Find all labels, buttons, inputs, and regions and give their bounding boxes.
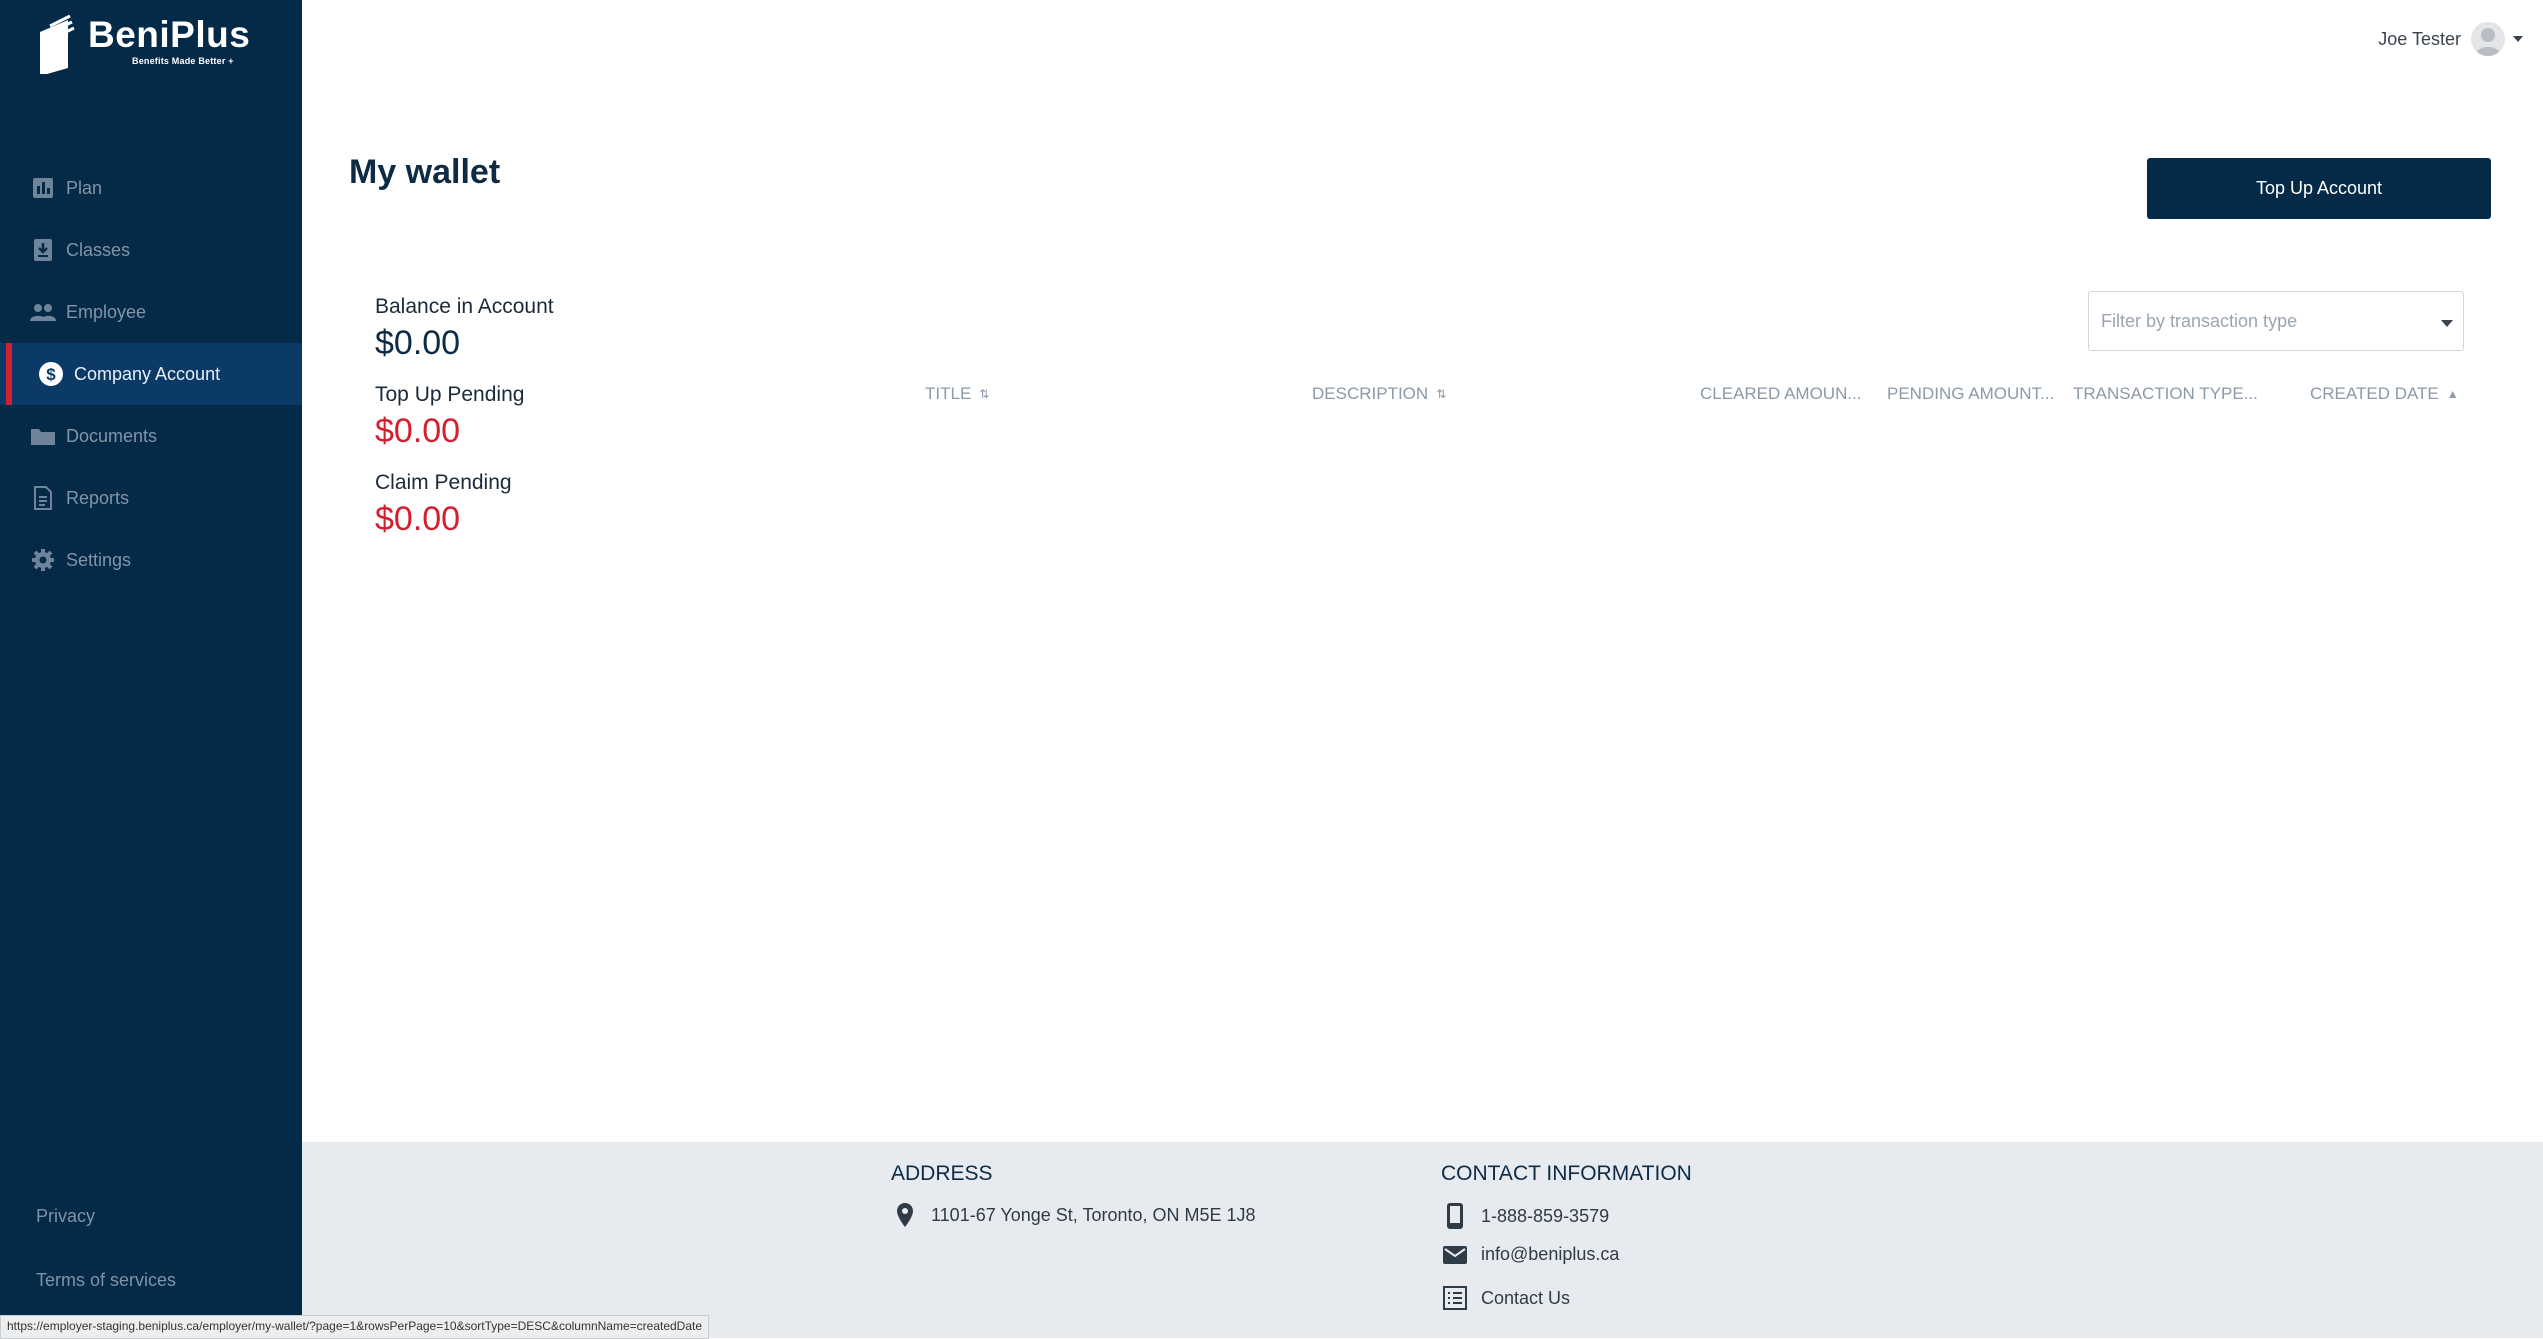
sidebar-item-plan[interactable]: Plan <box>0 157 302 219</box>
bar-chart-icon <box>30 175 56 201</box>
balance-summary: Balance in Account $0.00 Top Up Pending … <box>375 295 554 559</box>
user-menu[interactable]: Joe Tester <box>2378 22 2523 56</box>
balance-value: $0.00 <box>375 324 461 362</box>
list-box-icon <box>1441 1286 1469 1310</box>
sidebar-item-company-account[interactable]: $ Company Account <box>0 343 302 405</box>
transaction-type-filter[interactable]: Filter by transaction type <box>2088 291 2464 351</box>
download-box-icon <box>30 237 56 263</box>
sidebar-item-reports[interactable]: Reports <box>0 467 302 529</box>
column-header-cleared-amount[interactable]: CLEARED AMOUN... <box>1700 384 1862 404</box>
top-up-account-button[interactable]: Top Up Account <box>2147 158 2491 219</box>
claim-pending-label: Claim Pending <box>375 471 512 494</box>
location-pin-icon <box>891 1202 919 1228</box>
privacy-link[interactable]: Privacy <box>36 1206 95 1227</box>
sidebar-item-label: Reports <box>66 487 130 508</box>
terms-link[interactable]: Terms of services <box>36 1270 176 1291</box>
column-header-created-date[interactable]: CREATED DATE ▲ <box>2310 384 2459 404</box>
brand-logo[interactable]: BeniPlus Benefits Made Better + <box>36 14 250 74</box>
sort-icon: ⇅ <box>979 387 990 401</box>
claim-pending-value: $0.00 <box>375 500 461 538</box>
page-title: My wallet <box>349 153 501 191</box>
sidebar-nav: Plan Classes Employee $ Company Account … <box>0 157 302 591</box>
email-text[interactable]: info@beniplus.ca <box>1481 1244 1619 1265</box>
footer: ADDRESS 1101-67 Yonge St, Toronto, ON M5… <box>302 1142 2543 1338</box>
column-header-pending-amount[interactable]: PENDING AMOUNT... <box>1887 384 2054 404</box>
dropdown-arrow-icon <box>2441 320 2453 327</box>
topup-pending-value: $0.00 <box>375 412 461 450</box>
brand-name: BeniPlus <box>88 14 251 55</box>
address-text: 1101-67 Yonge St, Toronto, ON M5E 1J8 <box>931 1204 1256 1225</box>
mail-icon <box>1441 1245 1469 1265</box>
sidebar-item-documents[interactable]: Documents <box>0 405 302 467</box>
filter-placeholder: Filter by transaction type <box>2101 310 2298 331</box>
avatar <box>2471 22 2505 56</box>
sidebar-item-classes[interactable]: Classes <box>0 219 302 281</box>
sidebar-item-label: Settings <box>66 549 132 570</box>
sidebar: BeniPlus Benefits Made Better + Plan Cla… <box>0 0 302 1338</box>
sidebar-item-label: Documents <box>66 425 158 446</box>
sidebar-item-label: Classes <box>66 239 131 260</box>
phone-icon <box>1441 1202 1469 1230</box>
svg-text:$: $ <box>46 365 56 384</box>
contact-us-link[interactable]: Contact Us <box>1481 1288 1570 1309</box>
people-icon <box>30 299 56 325</box>
brand-tagline: Benefits Made Better + <box>132 56 234 66</box>
column-header-title[interactable]: TITLE ⇅ <box>925 384 989 404</box>
topup-pending-label: Top Up Pending <box>375 383 525 406</box>
folder-icon <box>30 423 56 449</box>
chevron-down-icon <box>2513 36 2523 42</box>
phone-row: 1-888-859-3579 <box>1441 1202 1609 1230</box>
sort-ascending-icon: ▲ <box>2446 387 2459 401</box>
balance-label: Balance in Account <box>375 295 554 318</box>
phone-text[interactable]: 1-888-859-3579 <box>1481 1206 1609 1227</box>
sidebar-item-settings[interactable]: Settings <box>0 529 302 591</box>
address-title: ADDRESS <box>891 1162 993 1185</box>
contact-us-row: Contact Us <box>1441 1286 1570 1310</box>
sort-icon: ⇅ <box>1436 387 1447 401</box>
sidebar-item-label: Plan <box>66 177 103 198</box>
contact-title: CONTACT INFORMATION <box>1441 1162 1692 1185</box>
column-header-description[interactable]: DESCRIPTION ⇅ <box>1312 384 1446 404</box>
address-row: 1101-67 Yonge St, Toronto, ON M5E 1J8 <box>891 1202 1256 1228</box>
dollar-icon: $ <box>38 361 64 387</box>
status-bar-url: https://employer-staging.beniplus.ca/emp… <box>0 1315 710 1339</box>
user-name: Joe Tester <box>2378 28 2461 49</box>
sidebar-item-label: Company Account <box>74 363 221 384</box>
sidebar-item-employee[interactable]: Employee <box>0 281 302 343</box>
sidebar-item-label: Employee <box>66 301 147 322</box>
email-row: info@beniplus.ca <box>1441 1244 1619 1265</box>
logo-icon <box>40 14 75 74</box>
gear-icon <box>30 547 56 573</box>
column-header-transaction-type[interactable]: TRANSACTION TYPE... <box>2073 384 2258 404</box>
document-icon <box>30 485 56 511</box>
